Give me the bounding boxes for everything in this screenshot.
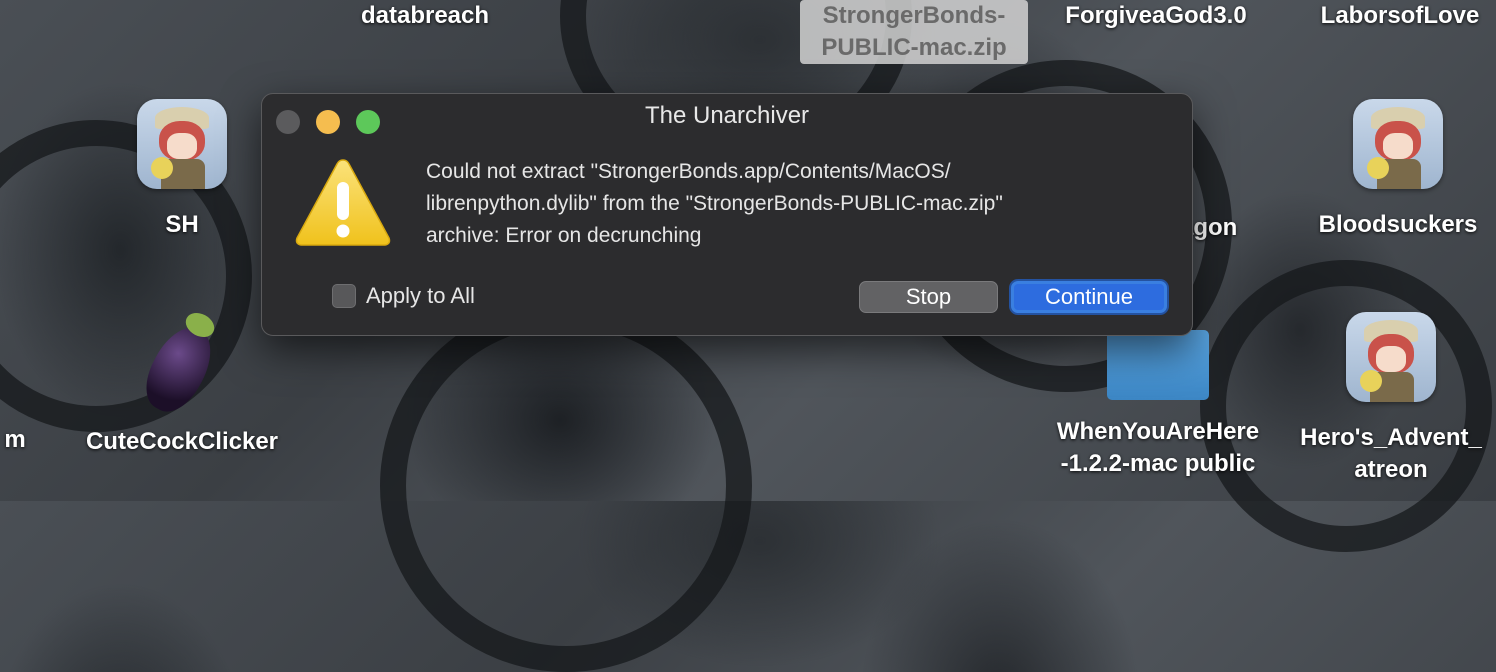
unarchiver-error-dialog: The Unarchiver Could not extract "Strong… <box>261 93 1193 336</box>
desktop-item-label: StrongerBonds- <box>822 2 1006 29</box>
desktop-item-whenyouarehere[interactable]: WhenYouAreHere -1.2.2-mac public <box>1040 322 1276 480</box>
desktop-item-bloodsuckers[interactable]: Bloodsuckers <box>1300 99 1496 241</box>
desktop-item-label: PUBLIC-mac.zip <box>821 34 1007 61</box>
warning-icon <box>295 159 391 246</box>
eggplant-icon <box>134 296 224 421</box>
dialog-title: The Unarchiver <box>644 102 810 129</box>
desktop-item-label: atreon <box>1354 456 1428 483</box>
app-icon <box>1353 99 1443 189</box>
dialog-titlebar: The Unarchiver <box>262 94 1192 140</box>
desktop-item-m[interactable]: m <box>0 424 30 456</box>
desktop-item-laborsoflove[interactable]: LaborsofLove <box>1305 0 1495 32</box>
desktop-item-label: Bloodsuckers <box>1318 211 1478 238</box>
desktop-item-label: m <box>4 426 26 453</box>
app-icon <box>137 99 227 189</box>
desktop-item-label: CuteCockClicker <box>85 428 279 455</box>
desktop-item-strongerbonds-zip[interactable]: StrongerBonds- PUBLIC-mac.zip <box>800 0 1028 64</box>
apply-to-all-option[interactable]: Apply to All <box>332 283 475 309</box>
desktop-item-label: databreach <box>360 2 490 29</box>
app-icon <box>1346 312 1436 402</box>
desktop-item-label: SH <box>165 211 199 238</box>
desktop-item-label: ForgiveaGod3.0 <box>1065 2 1247 29</box>
continue-button[interactable]: Continue <box>1011 281 1167 313</box>
apply-to-all-checkbox[interactable] <box>332 284 356 308</box>
desktop-item-label: WhenYouAreHere <box>1056 418 1260 445</box>
wallpaper-swirl <box>380 300 752 672</box>
apply-to-all-label: Apply to All <box>366 283 475 308</box>
selected-file-label: StrongerBonds- PUBLIC-mac.zip <box>800 0 1028 64</box>
desktop-item-heros-adventure[interactable]: Hero's_Advent_ atreon <box>1286 312 1496 486</box>
error-message: Could not extract "StrongerBonds.app/Con… <box>426 160 1003 247</box>
desktop-item-label: LaborsofLove <box>1320 2 1480 29</box>
stop-button[interactable]: Stop <box>859 281 998 313</box>
desktop-item-forgiveagod[interactable]: ForgiveaGod3.0 <box>1045 0 1267 32</box>
desktop-item-label: -1.2.2-mac public <box>1060 450 1256 477</box>
desktop-item-databreach[interactable]: databreach <box>345 0 505 32</box>
desktop-item-label: Hero's_Advent_ <box>1300 424 1482 451</box>
desktop-item-sh[interactable]: SH <box>130 99 234 241</box>
